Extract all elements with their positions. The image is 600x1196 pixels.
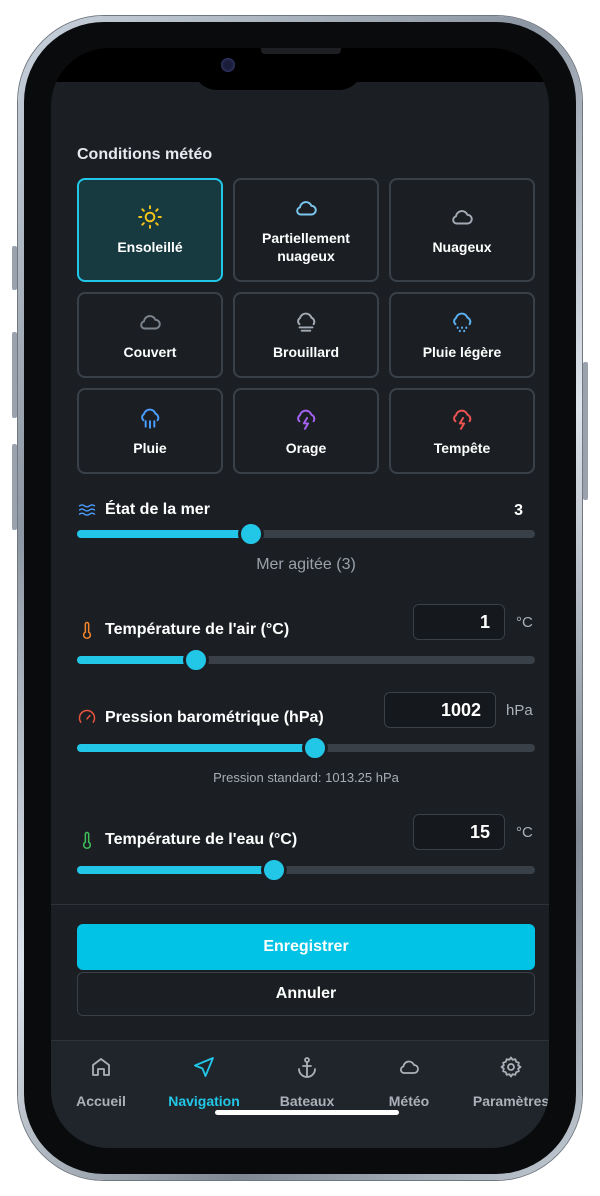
tab-label: Paramètres xyxy=(472,1093,549,1109)
thermometer-icon xyxy=(82,831,92,850)
weather-option-label: Orage xyxy=(285,440,327,456)
cloud-icon xyxy=(140,315,161,330)
water-temp-label: Température de l'eau (°C) xyxy=(105,831,298,848)
weather-option-cloudy[interactable]: Nuageux xyxy=(389,178,535,282)
storm-icon xyxy=(453,409,472,430)
slider-thumb[interactable] xyxy=(261,858,286,882)
tab-navigation[interactable]: Navigation xyxy=(154,1055,254,1109)
weather-option-label: Tempête xyxy=(433,440,491,456)
home-indicator xyxy=(215,1110,399,1115)
pressure-note: Pression standard: 1013.25 hPa xyxy=(213,770,399,785)
weather-option-label: Pluie xyxy=(133,440,167,456)
pressure-unit: hPa xyxy=(506,702,533,719)
water-temp-unit: °C xyxy=(516,824,533,841)
tab-label: Navigation xyxy=(168,1093,240,1109)
sea-state-slider[interactable] xyxy=(77,522,535,546)
weather-option-label: Brouillard xyxy=(272,344,340,360)
weather-option-label: Pluie légère xyxy=(422,344,502,360)
weather-options-grid: Ensoleillé Partiellement nuageux Nuageux xyxy=(77,178,535,474)
air-temp-input[interactable]: 1 xyxy=(413,604,505,640)
fog-icon xyxy=(297,312,316,332)
front-camera xyxy=(221,58,235,72)
thunderstorm-icon xyxy=(297,409,316,430)
water-temp-slider[interactable] xyxy=(77,858,535,882)
weather-option-label: Couvert xyxy=(123,344,177,360)
air-temp-label-row: Température de l'air (°C) xyxy=(77,620,289,640)
tab-bar: Accueil Navigation Bateaux Météo Paramèt… xyxy=(51,1040,549,1148)
speaker xyxy=(261,48,341,54)
bezel: Conditions météo Ensoleillé Partiellemen… xyxy=(24,22,576,1174)
water-temp-label-row: Température de l'eau (°C) xyxy=(77,830,297,850)
app-content: Conditions météo Ensoleillé Partiellemen… xyxy=(51,82,549,1148)
cloud-icon xyxy=(400,1060,419,1074)
sea-state-value: 3 xyxy=(514,502,523,519)
weather-option-fog[interactable]: Brouillard xyxy=(233,292,379,378)
tab-label: Accueil xyxy=(76,1093,126,1109)
light-rain-icon xyxy=(453,312,472,333)
air-temp-unit: °C xyxy=(516,614,533,631)
slider-thumb[interactable] xyxy=(184,648,209,672)
pressure-label-row: Pression barométrique (hPa) xyxy=(77,708,324,728)
air-temp-slider[interactable] xyxy=(77,648,535,672)
notch xyxy=(193,48,363,90)
pressure-slider[interactable] xyxy=(77,736,535,760)
weather-option-overcast[interactable]: Couvert xyxy=(77,292,223,378)
slider-thumb[interactable] xyxy=(303,736,328,760)
weather-option-sunny[interactable]: Ensoleillé xyxy=(77,178,223,282)
weather-option-label: Nuageux xyxy=(432,239,492,255)
gear-icon xyxy=(500,1056,522,1078)
weather-option-storm[interactable]: Tempête xyxy=(389,388,535,474)
volume-up-button xyxy=(12,332,17,418)
anchor-icon xyxy=(298,1057,316,1078)
slider-fill xyxy=(77,530,252,538)
phone-frame: Conditions météo Ensoleillé Partiellemen… xyxy=(12,16,588,1180)
gauge-icon xyxy=(78,709,96,723)
weather-option-light-rain[interactable]: Pluie légère xyxy=(389,292,535,378)
tab-weather[interactable]: Météo xyxy=(359,1055,459,1109)
tab-boats[interactable]: Bateaux xyxy=(257,1055,357,1109)
cloud-icon xyxy=(452,210,473,225)
tab-label: Bateaux xyxy=(279,1093,335,1109)
rain-icon xyxy=(141,408,160,429)
weather-section-title: Conditions météo xyxy=(77,146,213,163)
slider-fill xyxy=(77,744,316,752)
cancel-button[interactable]: Annuler xyxy=(77,972,535,1016)
pressure-label: Pression barométrique (hPa) xyxy=(105,709,324,726)
tab-settings[interactable]: Paramètres xyxy=(461,1055,549,1109)
water-temp-input[interactable]: 15 xyxy=(413,814,505,850)
sea-state-label: État de la mer xyxy=(105,501,210,518)
weather-option-partly-cloudy[interactable]: Partiellement nuageux xyxy=(233,178,379,282)
air-temp-label: Température de l'air (°C) xyxy=(105,621,290,638)
sea-state-label-row: État de la mer xyxy=(77,500,210,520)
actions-divider xyxy=(51,904,549,905)
slider-fill xyxy=(77,656,197,664)
power-button xyxy=(583,362,588,500)
sun-icon xyxy=(138,205,162,229)
sea-state-description: Mer agitée (3) xyxy=(256,556,356,573)
slider-thumb[interactable] xyxy=(239,522,264,546)
navigation-icon xyxy=(194,1057,214,1077)
tab-label: Météo xyxy=(388,1093,430,1109)
slider-fill xyxy=(77,866,274,874)
cloud-icon xyxy=(296,201,317,216)
weather-option-label: Partiellement nuageux xyxy=(262,230,350,264)
screen: Conditions météo Ensoleillé Partiellemen… xyxy=(51,48,549,1148)
mute-switch xyxy=(12,246,17,290)
weather-option-thunderstorm[interactable]: Orage xyxy=(233,388,379,474)
weather-option-label: Ensoleillé xyxy=(117,239,183,255)
weather-option-rain[interactable]: Pluie xyxy=(77,388,223,474)
volume-down-button xyxy=(12,444,17,530)
thermometer-icon xyxy=(82,621,92,640)
waves-icon xyxy=(78,504,96,516)
tab-home[interactable]: Accueil xyxy=(51,1055,151,1109)
home-icon xyxy=(92,1058,110,1076)
pressure-input[interactable]: 1002 xyxy=(384,692,496,728)
save-button[interactable]: Enregistrer xyxy=(77,924,535,970)
